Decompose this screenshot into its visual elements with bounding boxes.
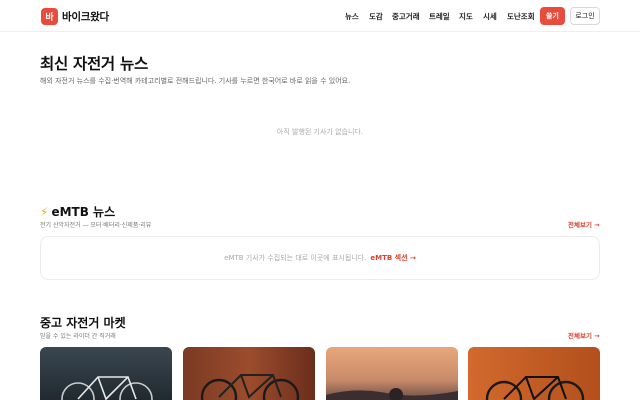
news-empty-message: 아직 발행된 기사가 없습니다.	[276, 128, 364, 136]
emtb-empty-panel: eMTB 기사가 수집되는 대로 이곳에 표시됩니다. eMTB 섹션 →	[40, 236, 600, 280]
nav-item-map[interactable]: 지도	[459, 11, 473, 22]
market-listing-card[interactable]	[468, 347, 600, 400]
listing-photo	[40, 347, 172, 400]
brand-name[interactable]: 바이크왔다	[62, 9, 109, 24]
market-subtitle: 믿을 수 있는 라이더 간 직거래	[40, 333, 116, 340]
nav-item-trail[interactable]: 트레일	[429, 11, 450, 22]
write-button[interactable]: 쓸기	[540, 7, 565, 25]
market-listing-card[interactable]	[326, 347, 458, 400]
emtb-empty-text: eMTB 기사가 수집되는 대로 이곳에 표시됩니다.	[224, 254, 367, 262]
market-listing-card[interactable]	[183, 347, 315, 400]
market-listing-card[interactable]	[40, 347, 172, 400]
emtb-title-text: eMTB 뉴스	[51, 205, 116, 219]
listing-photo	[326, 347, 458, 400]
logo-icon[interactable]: 바	[41, 8, 58, 25]
emtb-section-title: ⚡ eMTB 뉴스	[40, 203, 115, 220]
nav-item-news[interactable]: 뉴스	[345, 11, 359, 22]
nav-item-price[interactable]: 시세	[483, 11, 497, 22]
page-title: 최신 자전거 뉴스	[40, 55, 148, 73]
emtb-subtitle: 전기 산악자전거 — 모터·배터리·신제품·리뷰	[40, 222, 152, 229]
login-button[interactable]: 로그인	[570, 7, 600, 25]
listing-photo	[183, 347, 315, 400]
market-view-all-link[interactable]: 전체보기 →	[568, 330, 600, 340]
listing-photo	[468, 347, 600, 400]
nav-item-used-market[interactable]: 중고거래	[392, 11, 420, 22]
market-section-title: 중고 자전거 마켓	[40, 316, 126, 330]
lightning-icon: ⚡	[40, 204, 49, 219]
page-description: 해외 자전거 뉴스를 수집·번역해 카테고리별로 전해드립니다. 기사를 누르면…	[40, 77, 351, 85]
emtb-view-all-link[interactable]: 전체보기 →	[568, 219, 600, 229]
nav-item-encyclopedia[interactable]: 도감	[369, 11, 383, 22]
emtb-section-link[interactable]: eMTB 섹션 →	[370, 253, 415, 263]
nav-item-theft-lookup[interactable]: 도난조회	[507, 11, 535, 22]
top-nav-bar: 바 바이크왔다 뉴스 도감 중고거래 트레일 지도 시세 도난조회 쓸기 로그인	[0, 0, 640, 32]
